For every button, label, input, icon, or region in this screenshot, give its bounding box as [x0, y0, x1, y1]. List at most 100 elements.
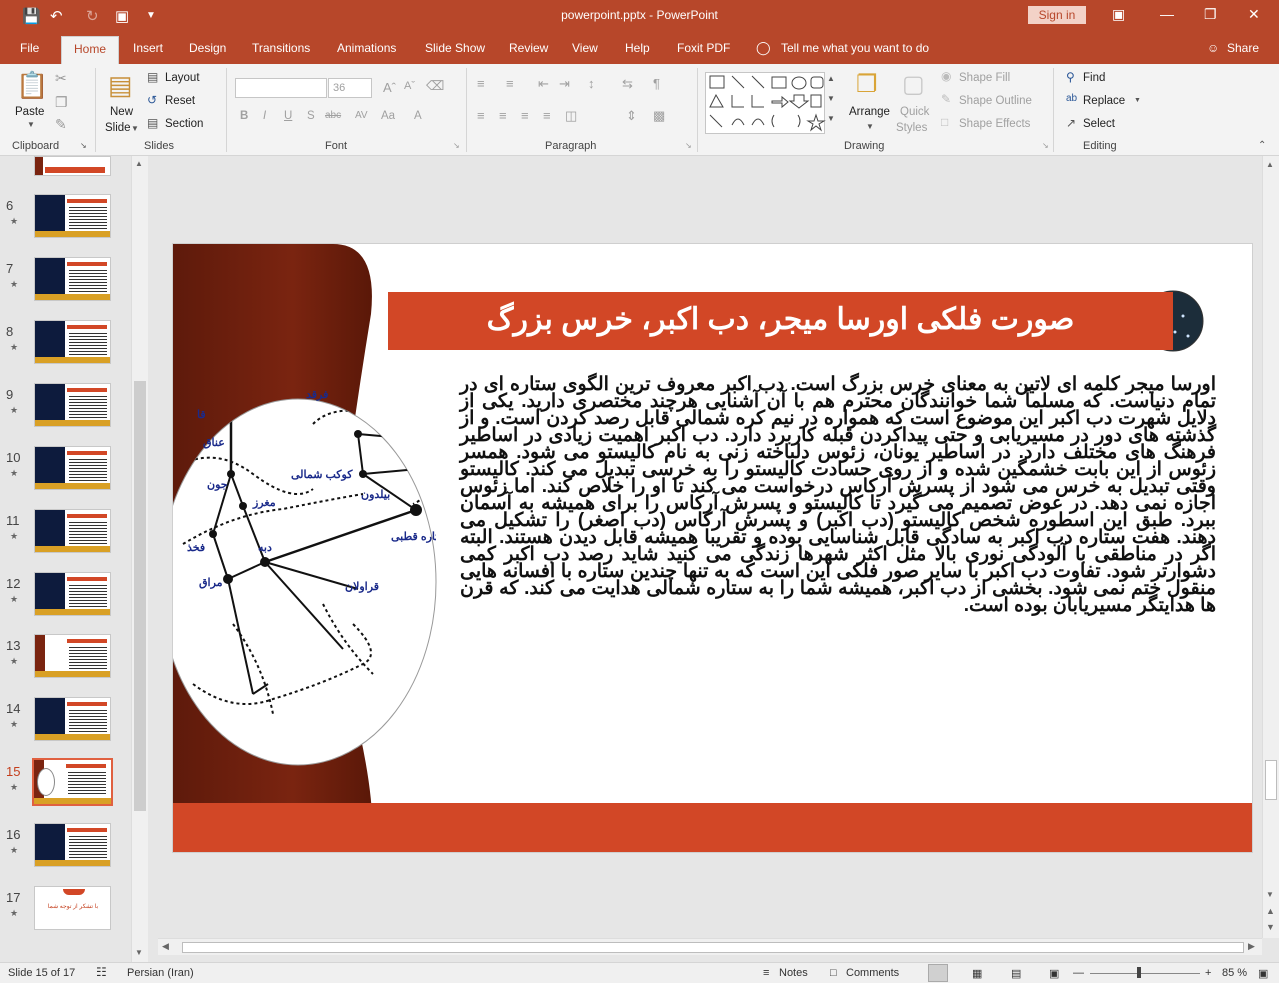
- shapes-scroll-down-icon[interactable]: ▼: [827, 94, 835, 103]
- arrange-button[interactable]: Arrange: [849, 106, 890, 118]
- next-slide-icon[interactable]: ▼: [1266, 922, 1275, 932]
- slide-body-text[interactable]: اورسا میجر کلمه ای لاتین به معنای خرس بز…: [460, 375, 1216, 615]
- notes-button[interactable]: Notes: [779, 967, 808, 979]
- find-button[interactable]: Find: [1083, 72, 1105, 84]
- text-direction-icon[interactable]: ⇆: [622, 76, 633, 92]
- slide-thumbnail-6[interactable]: [34, 194, 111, 238]
- shapes-gallery[interactable]: [705, 72, 826, 134]
- tab-transitions[interactable]: Transitions: [252, 41, 310, 55]
- paste-button[interactable]: Paste: [15, 106, 44, 118]
- slide-thumbnail-15[interactable]: [32, 758, 113, 806]
- thumb-scroll-down-icon[interactable]: ▼: [135, 948, 143, 957]
- underline-icon[interactable]: U: [284, 110, 292, 122]
- cut-icon[interactable]: ✂: [55, 70, 67, 87]
- shape-outline-button[interactable]: Shape Outline: [959, 95, 1032, 107]
- new-slide-icon[interactable]: ▤: [108, 70, 133, 101]
- quick-styles-label-2[interactable]: Styles: [896, 122, 927, 134]
- smartart-icon[interactable]: ▩: [653, 108, 665, 124]
- reset-button[interactable]: Reset: [165, 95, 195, 107]
- zoom-slider-thumb[interactable]: [1137, 967, 1141, 978]
- tab-review[interactable]: Review: [509, 41, 548, 55]
- editor-horizontal-scrollbar[interactable]: ◀ ▶: [158, 938, 1262, 955]
- copy-icon[interactable]: ❐: [55, 94, 68, 111]
- decrease-font-icon[interactable]: Aˇ: [404, 80, 415, 92]
- comments-button[interactable]: Comments: [846, 967, 899, 979]
- editor-scroll-thumb[interactable]: [1265, 760, 1277, 800]
- new-slide-label-2[interactable]: Slide: [105, 122, 131, 134]
- layout-button[interactable]: Layout: [165, 72, 200, 84]
- thumbnail-scrollbar[interactable]: ▲ ▼: [131, 156, 148, 962]
- slide-thumbnail-5[interactable]: [34, 156, 111, 176]
- sign-in-button[interactable]: Sign in: [1028, 6, 1086, 24]
- font-color-icon[interactable]: A: [414, 110, 422, 122]
- new-slide-dropdown-icon[interactable]: ▼: [131, 124, 139, 133]
- text-shadow-icon[interactable]: S: [307, 110, 315, 122]
- notes-icon[interactable]: ≡: [763, 967, 769, 979]
- spell-check-icon[interactable]: ☷: [96, 965, 107, 979]
- tab-insert[interactable]: Insert: [133, 41, 163, 55]
- font-size-combo[interactable]: 36: [328, 78, 372, 98]
- align-text-icon[interactable]: ⇕: [626, 108, 637, 124]
- zoom-level[interactable]: 85 %: [1222, 967, 1247, 979]
- select-button[interactable]: Select: [1083, 118, 1115, 130]
- section-button[interactable]: Section: [165, 118, 203, 130]
- quick-styles-icon[interactable]: ▢: [902, 70, 925, 99]
- italic-icon[interactable]: I: [263, 110, 266, 122]
- ribbon-display-options-icon[interactable]: ▣: [1112, 6, 1125, 23]
- slide-thumbnail-9[interactable]: [34, 383, 111, 427]
- increase-indent-icon[interactable]: ⇥: [559, 76, 570, 92]
- slide-show-view-icon[interactable]: ▣: [1049, 967, 1059, 980]
- paste-dropdown-icon[interactable]: ▼: [27, 120, 35, 129]
- arrange-dropdown-icon[interactable]: ▼: [866, 122, 874, 131]
- font-launcher-icon[interactable]: ↘: [453, 141, 460, 150]
- increase-font-icon[interactable]: Aˆ: [383, 80, 396, 95]
- slide-thumbnail-8[interactable]: [34, 320, 111, 364]
- fit-to-window-icon[interactable]: ▣: [1258, 967, 1268, 980]
- arrange-icon[interactable]: ❐: [856, 70, 878, 99]
- justify-icon[interactable]: ≡: [543, 108, 551, 123]
- scroll-right-icon[interactable]: ▶: [1248, 941, 1255, 952]
- align-right-icon[interactable]: ≡: [521, 108, 529, 123]
- shapes-scroll-up-icon[interactable]: ▲: [827, 74, 835, 83]
- drawing-launcher-icon[interactable]: ↘: [1042, 141, 1049, 150]
- replace-dropdown-icon[interactable]: ▼: [1134, 97, 1141, 104]
- slide-thumbnail-13[interactable]: [34, 634, 111, 678]
- restore-icon[interactable]: ❐: [1204, 6, 1217, 23]
- quick-styles-label-1[interactable]: Quick: [900, 106, 929, 118]
- tab-design[interactable]: Design: [189, 41, 226, 55]
- editor-vertical-scrollbar[interactable]: ▲ ▼ ▲ ▼: [1262, 156, 1279, 938]
- zoom-in-icon[interactable]: +: [1205, 967, 1211, 979]
- clear-formatting-icon[interactable]: ⌫: [426, 78, 444, 94]
- editor-scroll-down-icon[interactable]: ▼: [1266, 890, 1274, 899]
- slide-thumbnail-14[interactable]: [34, 697, 111, 741]
- shape-fill-button[interactable]: Shape Fill: [959, 72, 1010, 84]
- slide-title[interactable]: صورت فلکی اورسا میجر، دب اکبر، خرس بزرگ: [388, 292, 1173, 350]
- slide-thumbnail-12[interactable]: [34, 572, 111, 616]
- bullets-icon[interactable]: ≡: [477, 76, 485, 91]
- horizontal-scroll-thumb[interactable]: [182, 942, 1244, 953]
- paragraph-launcher-icon[interactable]: ↘: [685, 141, 692, 150]
- share-button[interactable]: Share: [1227, 41, 1259, 55]
- tell-me-search[interactable]: Tell me what you want to do: [781, 41, 929, 55]
- slide-sorter-view-icon[interactable]: ▦: [972, 967, 982, 980]
- font-name-combo[interactable]: [235, 78, 327, 98]
- paragraph-rtl-icon[interactable]: ¶: [653, 76, 660, 91]
- language-indicator[interactable]: Persian (Iran): [127, 967, 194, 979]
- collapse-ribbon-icon[interactable]: ⌃: [1258, 140, 1266, 151]
- comments-icon[interactable]: □: [830, 967, 837, 979]
- reading-view-icon[interactable]: ▤: [1011, 967, 1021, 980]
- columns-icon[interactable]: ◫: [565, 108, 577, 124]
- current-slide[interactable]: صورت فلکی اورسا میجر، دب اکبر، خرس بزرگ …: [172, 243, 1253, 853]
- normal-view-icon[interactable]: [928, 964, 948, 982]
- previous-slide-icon[interactable]: ▲: [1266, 906, 1275, 916]
- close-icon[interactable]: ✕: [1248, 6, 1260, 23]
- slide-thumbnail-17[interactable]: با تشکر از توجه شما: [34, 886, 111, 930]
- shape-effects-button[interactable]: Shape Effects: [959, 118, 1030, 130]
- tab-slide-show[interactable]: Slide Show: [425, 41, 485, 55]
- numbering-icon[interactable]: ≡: [506, 76, 514, 91]
- decrease-indent-icon[interactable]: ⇤: [538, 76, 549, 92]
- slide-thumbnail-16[interactable]: [34, 823, 111, 867]
- zoom-slider-track[interactable]: [1090, 973, 1200, 974]
- scroll-left-icon[interactable]: ◀: [162, 941, 169, 952]
- format-painter-icon[interactable]: ✎: [55, 116, 67, 133]
